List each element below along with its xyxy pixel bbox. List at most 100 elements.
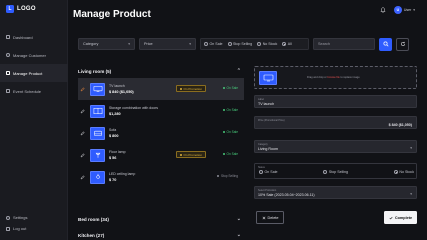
product-row[interactable]: Storage combination with doors $1,280 On S… [78,100,244,122]
product-list-panel: Living room (5) ⌃ TV launch $ 840 ($1,050… [78,64,244,240]
radio-label: On Sale [264,170,278,174]
product-price: $ 70 [109,178,117,182]
label-field[interactable]: Label TV launch [254,95,417,108]
sidebar-item-label: Dashboard [13,34,33,40]
radio-indicator [259,170,263,174]
edit-icon[interactable] [80,130,85,136]
product-thumbnail [90,82,105,96]
browse-file-link[interactable]: browse file [327,76,339,79]
product-name: TV launch [109,84,125,88]
sidebar-item-dashboard[interactable]: Dashboard [0,28,68,46]
radio-indicator [393,170,398,174]
radio-indicator [282,42,287,46]
radio-on-sale[interactable]: On Sale [204,42,223,46]
radio-indicator [204,42,208,46]
edit-icon[interactable] [80,174,85,180]
sidebar-item-manage-product[interactable]: Manage Product [0,64,68,82]
status-badge: Stop Selling [217,174,238,178]
sidebar-item-label: Settings [13,215,28,220]
status-radio-on-sale[interactable]: On Sale [259,170,278,174]
check-icon [389,216,393,219]
image-dropzone[interactable]: Drag and drop or browse file to replace … [254,66,417,89]
chevron-up-icon: ⌃ [236,68,241,74]
promotion-field[interactable]: Select Promotion 10% Sale (2023.05.04~20… [254,186,417,199]
chevron-down-icon: ⌄ [236,232,241,238]
product-thumbnail [90,104,105,118]
field-label: Price (Promotional Price) [258,118,285,122]
product-row[interactable]: Floor lamp $ 56 On Promotion On Sale [78,144,244,166]
box-icon [6,71,10,75]
bell-icon[interactable] [380,7,386,13]
field-label: Status [258,165,265,169]
price-select[interactable]: Price ▾ [139,38,196,50]
category-select-value: Category [83,42,99,46]
status-options: On Sale Stop Selling No Stock [259,170,414,174]
edit-icon[interactable] [80,108,85,114]
dropzone-hint: Drag and drop or browse file to replace … [307,76,360,79]
edit-icon[interactable] [80,152,85,158]
field-value: 10% Sale (2023.05.04~2023.06.11) [258,193,315,197]
delete-button[interactable]: Delete [256,211,284,224]
status-badge-label: On Sale [226,86,238,90]
status-radio-no-stock[interactable]: No Stock [393,170,414,174]
category-field[interactable]: Category Living Room ▾ [254,140,417,153]
radio-indicator [323,170,328,174]
sidebar-item-settings[interactable]: Settings [0,212,68,223]
radio-label: No Stock [399,170,414,174]
product-info: LED ceiling lamp $ 70 [109,172,169,182]
edit-icon[interactable] [80,86,85,92]
radio-label: All [287,42,292,46]
user-menu[interactable]: U User ▾ [393,6,415,14]
promotion-badge-label: On Promotion [183,152,203,157]
chevron-down-icon: ▾ [128,42,130,46]
sidebar: L LOGO Dashboard Manage Customer Manage … [0,0,68,240]
status-dot [217,175,220,177]
radio-no-stock[interactable]: No Stock [257,42,277,46]
delete-button-label: Delete [267,215,279,220]
price-field[interactable]: Price (Promotional Price) $ 840 ($1,050) [254,116,417,129]
product-name: LED ceiling lamp [109,172,136,176]
logo[interactable]: L LOGO [6,5,36,13]
group-kitchen[interactable]: Kitchen (27) ⌄ [78,228,244,240]
sidebar-item-label: Manage Product [13,70,43,76]
group-living-room[interactable]: Living room (5) ⌃ [78,64,244,78]
dropzone-hint-text: to replace image [339,76,360,79]
product-thumbnail [90,148,105,162]
status-dot [222,153,225,155]
logo-text: LOGO [17,6,36,12]
complete-button[interactable]: Complete [384,211,417,224]
field-value: $ 840 ($1,050) [388,123,412,127]
lamp-icon [95,152,100,158]
product-row[interactable]: TV launch $ 840 ($1,050) On Promotion On Sa… [78,78,244,100]
promotion-badge-label: On Promotion [183,86,203,91]
sidebar-nav: Dashboard Manage Customer Manage Product… [0,28,68,100]
sidebar-item-manage-customer[interactable]: Manage Customer [0,46,68,64]
sidebar-item-event-schedule[interactable]: Event Schedule [0,82,68,100]
chevron-down-icon: ▾ [410,192,412,196]
category-select[interactable]: Category ▾ [78,38,135,50]
filter-bar: Category ▾ Price ▾ On Sale Stop Selling … [78,37,417,51]
sidebar-item-label: Event Schedule [13,88,42,94]
radio-label: No Stock [262,42,278,46]
refresh-button[interactable] [396,37,409,51]
search-button[interactable] [379,37,392,51]
status-radio-stop-selling[interactable]: Stop Selling [323,170,348,174]
product-row[interactable]: LED ceiling lamp $ 70 Stop Selling [78,166,244,188]
chevron-down-icon: ⌄ [236,216,241,222]
promotion-dot [180,87,182,90]
radio-indicator [257,42,262,46]
product-info: TV launch $ 840 ($1,050) [109,84,169,94]
radio-stop-selling[interactable]: Stop Selling [227,42,252,46]
status-field: Status On Sale Stop Selling No Stock [254,163,417,179]
radio-indicator [227,42,232,46]
complete-button-label: Complete [394,215,413,220]
radio-all[interactable]: All [282,42,292,46]
search-input[interactable] [313,38,375,50]
status-badge: On Sale [222,130,238,134]
user-name: User [403,8,412,12]
status-badge-label: Stop Selling [220,174,238,178]
group-bed-room[interactable]: Bed room (34) ⌄ [78,212,244,226]
product-row[interactable]: Sofa $ 800 On Sale [78,122,244,144]
tv-icon [93,86,102,92]
sidebar-item-logout[interactable]: Log out [0,223,68,234]
